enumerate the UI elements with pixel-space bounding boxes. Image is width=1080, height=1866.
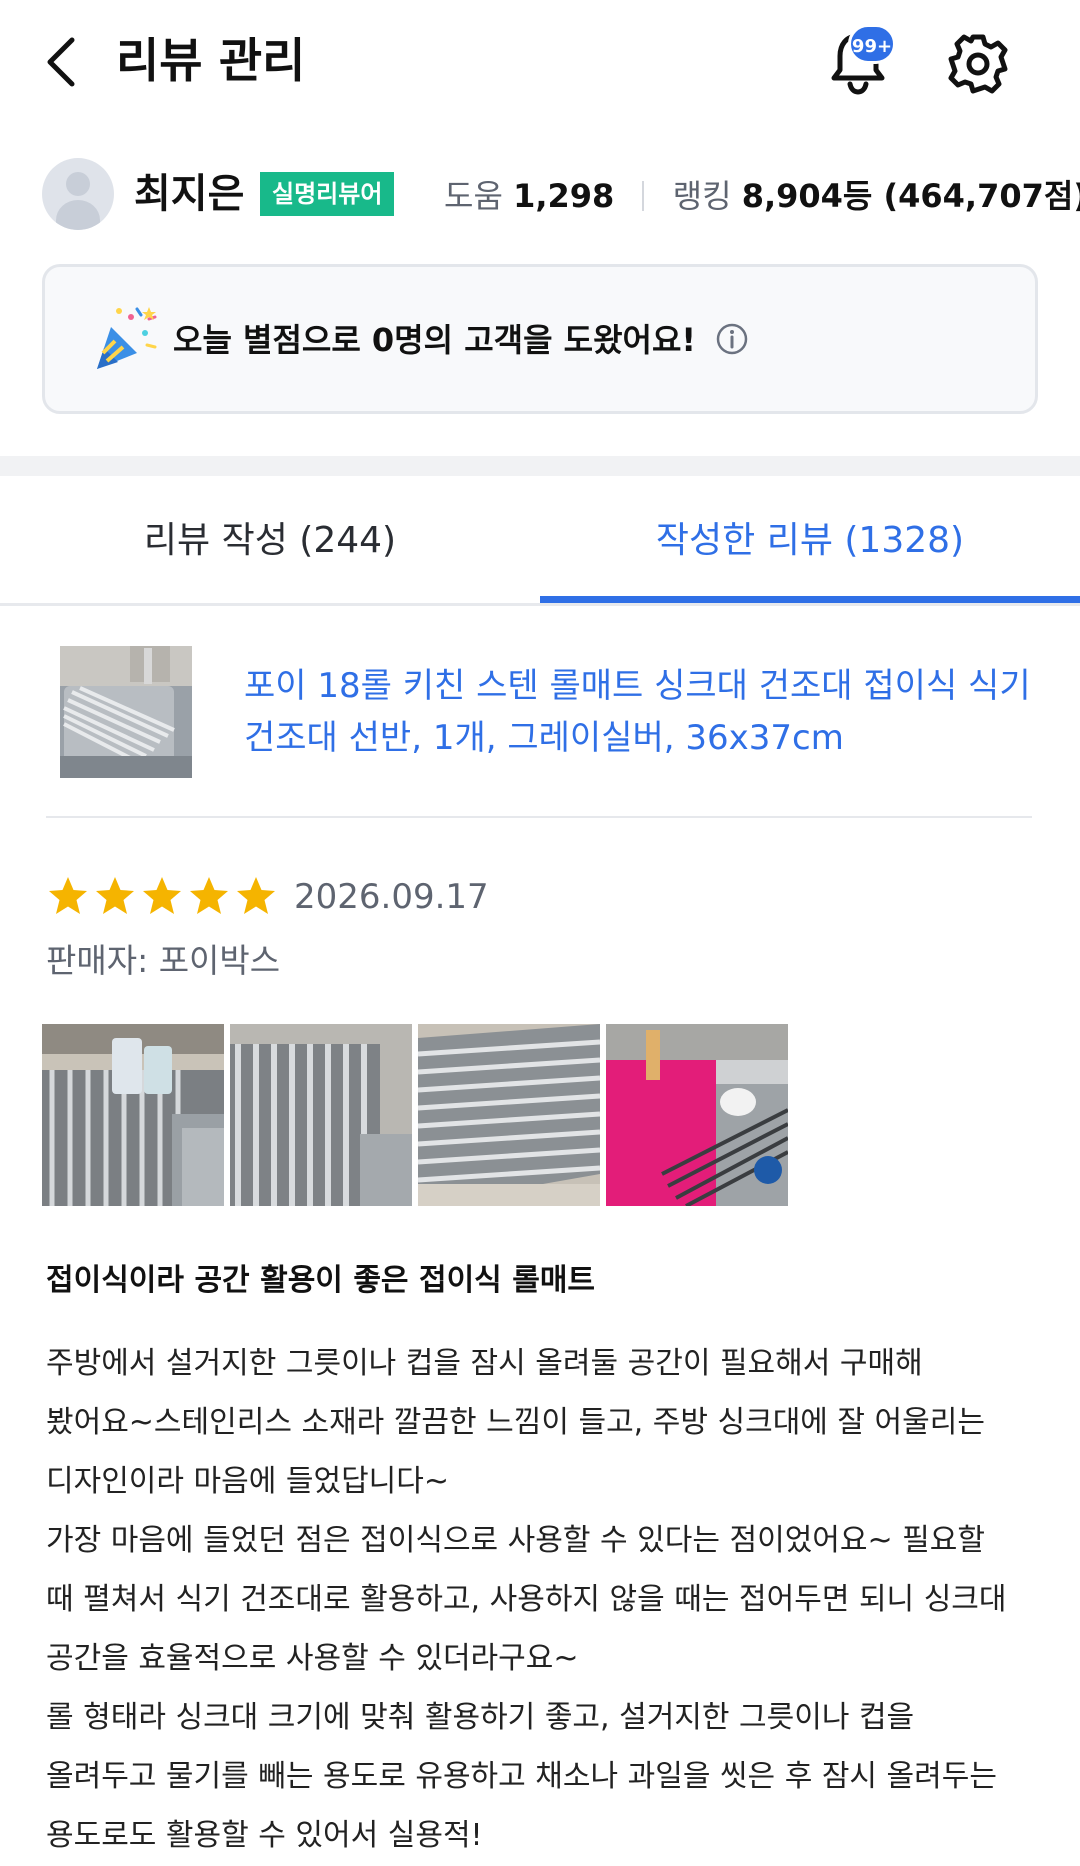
review-body: 주방에서 설거지한 그릇이나 컵을 잠시 올려둘 공간이 필요해서 구매해봤어요… <box>46 1334 1046 1865</box>
help-summary-card: 오늘 별점으로 0명의 고객을 도왔어요! <box>42 264 1038 414</box>
review-photo-1[interactable] <box>42 1024 224 1206</box>
review-body-line: 공간을 효율적으로 사용할 수 있더라구요~ <box>46 1641 579 1676</box>
review-photos <box>42 1024 788 1206</box>
section-divider <box>0 456 1080 476</box>
profile-name: 최지은 <box>134 171 245 217</box>
review-body-line: 가장 마음에 들었던 점은 접이식으로 사용할 수 있다는 점이었어요~ 필요할 <box>46 1523 985 1558</box>
review-body-line: 올려두고 물기를 빼는 용도로 유용하고 채소나 과일을 씻은 후 잠시 올려두… <box>46 1759 997 1794</box>
page-title: 리뷰 관리 <box>116 34 306 89</box>
real-name-reviewer-badge: 실명리뷰어 <box>260 172 395 216</box>
tab-written-reviews[interactable]: 작성한 리뷰 (1328) <box>540 476 1080 606</box>
help-label: 도움 <box>444 177 503 215</box>
seller-info: 판매자: 포이박스 <box>46 941 281 980</box>
review-headline: 접이식이라 공간 활용이 좋은 접이식 롤매트 <box>46 1263 596 1298</box>
help-summary-text: 오늘 별점으로 0명의 고객을 도왔어요! <box>173 321 697 359</box>
star-icon <box>49 877 87 914</box>
back-button[interactable] <box>38 30 90 94</box>
settings-button[interactable] <box>944 30 1012 98</box>
star-icon <box>143 877 181 914</box>
star-icon <box>237 877 275 914</box>
active-tab-indicator <box>540 596 1080 603</box>
product-title-link[interactable]: 포이 18롤 키친 스텐 롤매트 싱크대 건조대 접이식 식기 건조대 선반, … <box>244 660 1044 764</box>
review-tabs: 리뷰 작성 (244) 작성한 리뷰 (1328) <box>0 476 1080 606</box>
review-body-line: 주방에서 설거지한 그릇이나 컵을 잠시 올려둘 공간이 필요해서 구매해 <box>46 1346 923 1381</box>
avatar[interactable] <box>42 158 114 230</box>
ranking-label: 랭킹 <box>672 177 732 215</box>
info-icon[interactable] <box>715 322 749 356</box>
review-body-line: 롤 형태라 싱크대 크기에 맞춰 활용하기 좋고, 설거지한 그릇이나 컵을 <box>46 1700 915 1735</box>
app-header: 리뷰 관리 99+ <box>0 0 1080 128</box>
star-rating <box>46 874 286 920</box>
review-body-line: 봤어요~스테인리스 소재라 깔끔한 느낌이 들고, 주방 싱크대에 잘 어울리는 <box>46 1405 985 1440</box>
party-popper-icon <box>97 307 157 369</box>
review-photo-2[interactable] <box>230 1024 412 1206</box>
star-icon <box>96 877 134 914</box>
review-body-line: 디자인이라 마음에 들었답니다~ <box>46 1464 450 1499</box>
stats-divider <box>642 181 645 211</box>
help-count: 1,298 <box>513 177 615 215</box>
profile-stats: 도움 1,298 랭킹 8,904등 (464,707점) <box>444 172 1080 220</box>
tab-write-review[interactable]: 리뷰 작성 (244) <box>0 476 540 606</box>
review-photo-4[interactable] <box>606 1024 788 1206</box>
review-date: 2026.09.17 <box>294 877 489 917</box>
gear-icon <box>948 34 1008 94</box>
review-photo-3[interactable] <box>418 1024 600 1206</box>
ranking-value: 8,904등 (464,707점) <box>741 177 1080 215</box>
review-body-line: 때 펼쳐서 식기 건조대로 활용하고, 사용하지 않을 때는 접어두면 되니 싱… <box>46 1582 1007 1617</box>
star-icon <box>190 877 228 914</box>
back-arrow-icon <box>47 37 75 87</box>
product-divider <box>46 816 1032 818</box>
product-thumbnail[interactable] <box>60 646 192 778</box>
review-body-line: 용도로도 활용할 수 있어서 실용적! <box>46 1818 483 1853</box>
notification-count-badge: 99+ <box>848 24 896 64</box>
